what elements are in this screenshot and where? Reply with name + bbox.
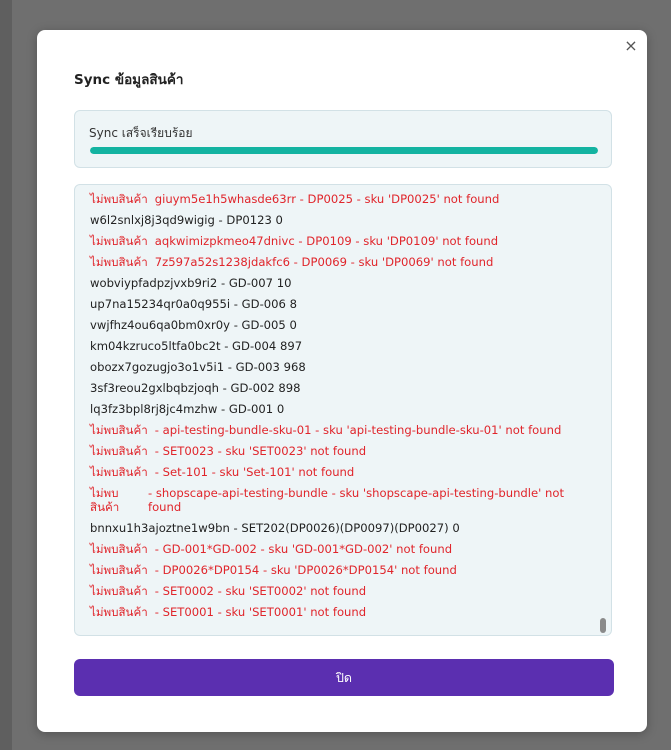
log-row-message: lq3fz3bpl8rj8jc4mzhw - GD-001 0 xyxy=(90,402,285,416)
log-row-message: bnnxu1h3ajoztne1w9bn - SET202(DP0026)(DP… xyxy=(90,521,460,535)
log-row-prefix: ไม่พบสินค้า xyxy=(90,423,148,437)
log-row-prefix: ไม่พบสินค้า xyxy=(90,542,148,556)
log-row-message: - DP0026*DP0154 - sku 'DP0026*DP0154' no… xyxy=(154,563,457,577)
log-row-success: lq3fz3bpl8rj8jc4mzhw - GD-001 0 xyxy=(90,399,590,420)
log-row-error: ไม่พบสินค้า - SET0023 - sku 'SET0023' not… xyxy=(90,441,590,462)
sync-progress-bar xyxy=(90,147,598,154)
log-row-message: - SET0001 - sku 'SET0001' not found xyxy=(154,605,367,619)
backdrop-edge xyxy=(0,0,12,750)
log-scrollbar[interactable] xyxy=(600,618,606,633)
log-row-success: w6l2snlxj8j3qd9wigig - DP0123 0 xyxy=(90,210,590,231)
log-row-error: ไม่พบสินค้า - SET0001 - sku 'SET0001' not… xyxy=(90,602,590,623)
log-row-message: 3sf3reou2gxlbqbzjoqh - GD-002 898 xyxy=(90,381,301,395)
log-row-error: ไม่พบ สินค้า - shopscape-api-testing-bund… xyxy=(90,483,590,518)
close-button[interactable]: ปิด xyxy=(74,659,614,696)
log-row-error: ไม่พบสินค้า - GD-001*GD-002 - sku 'GD-001… xyxy=(90,539,590,560)
sync-progress-fill xyxy=(90,147,598,154)
log-row-message: km04kzruco5ltfa0bc2t - GD-004 897 xyxy=(90,339,303,353)
modal-title: Sync ข้อมูลสินค้า xyxy=(74,72,184,88)
log-row-message: up7na15234qr0a0q955i - GD-006 8 xyxy=(90,297,297,311)
log-row-prefix: ไม่พบสินค้า xyxy=(90,465,148,479)
log-row-message: - api-testing-bundle-sku-01 - sku 'api-t… xyxy=(154,423,562,437)
log-row-message: - SET0023 - sku 'SET0023' not found xyxy=(154,444,367,458)
log-row-success: vwjfhz4ou6qa0bm0xr0y - GD-005 0 xyxy=(90,315,590,336)
log-row-prefix: ไม่พบสินค้า xyxy=(90,234,148,248)
log-row-success: wobviypfadpzjvxb9ri2 - GD-007 10 xyxy=(90,273,590,294)
close-icon[interactable]: × xyxy=(621,36,641,56)
log-row-error: ไม่พบสินค้า 7z597a52s1238jdakfc6 - DP0069… xyxy=(90,252,590,273)
log-row-error: ไม่พบสินค้า - Set-101 - sku 'Set-101' not… xyxy=(90,462,590,483)
log-row-error: ไม่พบสินค้า - api-testing-bundle-sku-01 -… xyxy=(90,420,590,441)
log-row-message: w6l2snlxj8j3qd9wigig - DP0123 0 xyxy=(90,213,283,227)
log-row-success: up7na15234qr0a0q955i - GD-006 8 xyxy=(90,294,590,315)
log-row-error: ไม่พบสินค้า - SET0002 - sku 'SET0002' not… xyxy=(90,581,590,602)
sync-status-card: Sync เสร็จเรียบร้อย xyxy=(74,110,612,168)
log-row-error: ไม่พบสินค้า - DP0026*DP0154 - sku 'DP0026… xyxy=(90,560,590,581)
sync-modal: × Sync ข้อมูลสินค้า Sync เสร็จเรียบร้อย … xyxy=(37,30,647,732)
sync-log-panel[interactable]: ไม่พบสินค้า giuym5e1h5whasde63rr - DP0025… xyxy=(74,184,612,636)
sync-log-list: ไม่พบสินค้า giuym5e1h5whasde63rr - DP0025… xyxy=(90,189,590,623)
log-row-message: aqkwimizpkmeo47dnivc - DP0109 - sku 'DP0… xyxy=(154,234,499,248)
log-row-success: obozx7gozugjo3o1v5i1 - GD-003 968 xyxy=(90,357,590,378)
log-row-prefix: ไม่พบสินค้า xyxy=(90,255,148,269)
log-row-prefix: ไม่พบ สินค้า xyxy=(90,486,120,514)
log-row-prefix: ไม่พบสินค้า xyxy=(90,605,148,619)
log-row-prefix: ไม่พบสินค้า xyxy=(90,563,148,577)
log-row-prefix: ไม่พบสินค้า xyxy=(90,584,148,598)
sync-status-text: Sync เสร็จเรียบร้อย xyxy=(89,126,193,140)
log-row-message: wobviypfadpzjvxb9ri2 - GD-007 10 xyxy=(90,276,292,290)
log-row-message: obozx7gozugjo3o1v5i1 - GD-003 968 xyxy=(90,360,306,374)
log-row-prefix: ไม่พบสินค้า xyxy=(90,444,148,458)
log-row-message: - GD-001*GD-002 - sku 'GD-001*GD-002' no… xyxy=(154,542,453,556)
log-row-message: - shopscape-api-testing-bundle - sku 'sh… xyxy=(148,486,564,514)
log-row-prefix: ไม่พบสินค้า xyxy=(90,192,148,206)
log-row-message: vwjfhz4ou6qa0bm0xr0y - GD-005 0 xyxy=(90,318,297,332)
log-row-message: giuym5e1h5whasde63rr - DP0025 - sku 'DP0… xyxy=(154,192,500,206)
log-row-message: - SET0002 - sku 'SET0002' not found xyxy=(154,584,367,598)
log-row-success: 3sf3reou2gxlbqbzjoqh - GD-002 898 xyxy=(90,378,590,399)
log-row-success: bnnxu1h3ajoztne1w9bn - SET202(DP0026)(DP… xyxy=(90,518,590,539)
log-row-error: ไม่พบสินค้า giuym5e1h5whasde63rr - DP0025… xyxy=(90,189,590,210)
log-row-error: ไม่พบสินค้า aqkwimizpkmeo47dnivc - DP0109… xyxy=(90,231,590,252)
log-row-message: 7z597a52s1238jdakfc6 - DP0069 - sku 'DP0… xyxy=(154,255,494,269)
log-row-message: - Set-101 - sku 'Set-101' not found xyxy=(154,465,355,479)
log-row-success: km04kzruco5ltfa0bc2t - GD-004 897 xyxy=(90,336,590,357)
